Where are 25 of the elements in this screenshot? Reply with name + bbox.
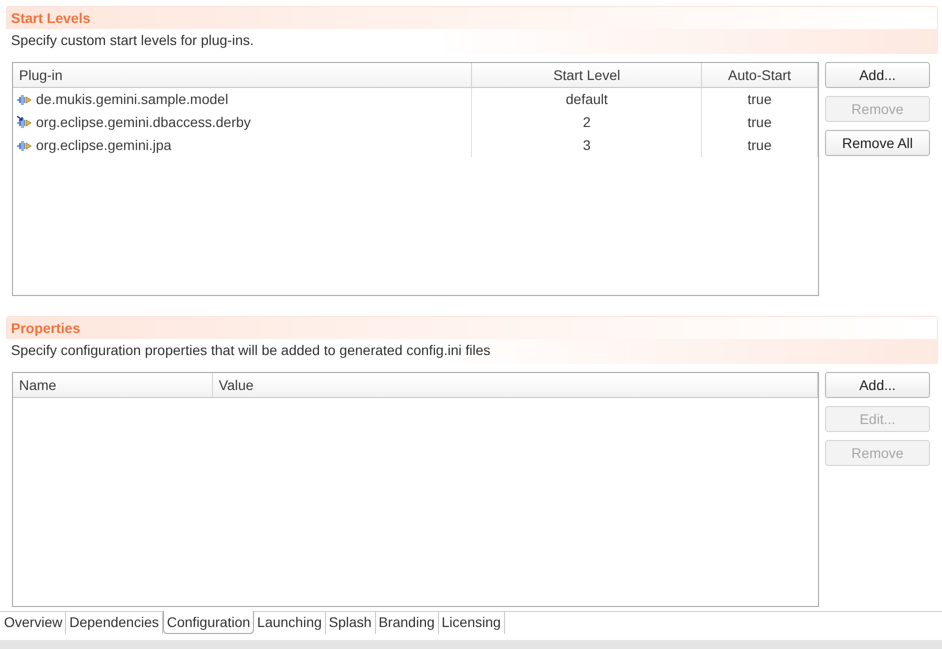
- section-title: Start Levels: [11, 10, 90, 26]
- table-cell-text: 2: [582, 113, 591, 132]
- section-title: Properties: [11, 320, 80, 336]
- action-button[interactable]: Add...: [825, 372, 930, 398]
- column-header[interactable]: Value: [212, 373, 818, 397]
- action-button[interactable]: Remove All: [825, 130, 930, 156]
- editor-tab[interactable]: Configuration: [162, 611, 254, 634]
- table-cell-text: de.mukis.gemini.sample.model: [36, 90, 228, 109]
- table-cell-text: org.eclipse.gemini.jpa: [36, 136, 172, 155]
- column-header[interactable]: Auto-Start: [702, 63, 818, 87]
- table-cell-text: true: [748, 113, 772, 132]
- table-cell-text: org.eclipse.gemini.dbaccess.derby: [36, 113, 251, 132]
- plugin-icon: [17, 92, 33, 106]
- action-button[interactable]: Add...: [825, 62, 930, 88]
- editor-tab[interactable]: Licensing: [438, 612, 505, 634]
- column-header[interactable]: Start Level: [472, 63, 702, 87]
- table-cell-text: true: [748, 136, 772, 155]
- plugin-icon: [17, 138, 33, 152]
- plugin-icon: [17, 116, 33, 130]
- column-header[interactable]: Plug-in: [13, 63, 472, 87]
- table-cell-text: true: [748, 90, 772, 109]
- editor-tab[interactable]: Branding: [376, 612, 439, 634]
- table-cell-text: default: [566, 90, 608, 109]
- table-cell-text: 3: [582, 136, 591, 155]
- column-header[interactable]: Name: [13, 373, 213, 397]
